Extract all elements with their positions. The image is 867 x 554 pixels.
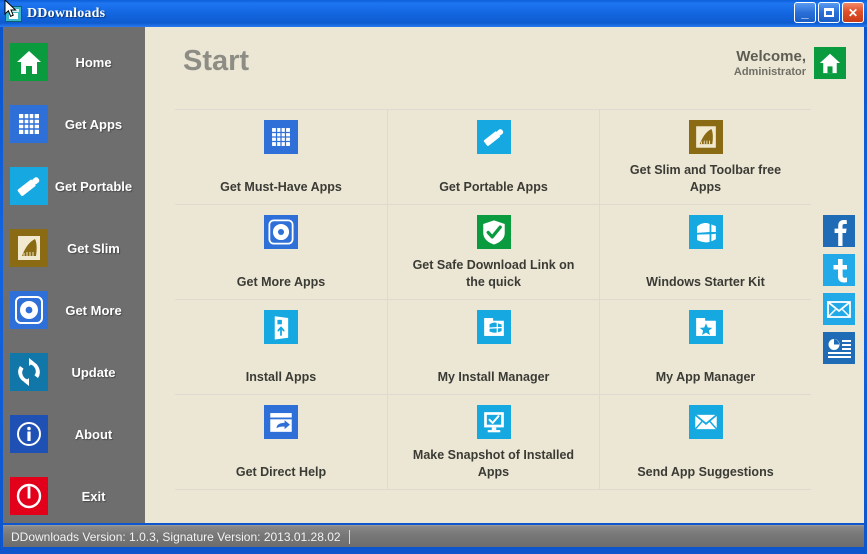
sidebar-item-get-more[interactable]: Get More bbox=[3, 279, 145, 341]
tile-label: Get Safe Download Link on the quick bbox=[412, 258, 575, 289]
status-text: DDownloads Version: 1.0.3, Signature Ver… bbox=[11, 529, 341, 544]
tile-make-snapshot-of-installed-apps[interactable]: Make Snapshot of Installed Apps bbox=[387, 395, 599, 489]
tile-my-app-manager[interactable]: My App Manager bbox=[599, 300, 811, 394]
tile-get-slim-and-toolbar-free-apps[interactable]: Get Slim and Toolbar free Apps bbox=[599, 110, 811, 204]
tile-label: Windows Starter Kit bbox=[646, 275, 765, 289]
application-window: DDownloads _ ✕ Home Get Apps Get Portabl… bbox=[0, 0, 867, 554]
tile-label: My Install Manager bbox=[437, 370, 550, 384]
sidebar-item-get-portable[interactable]: Get Portable bbox=[3, 155, 145, 217]
help-folder-icon bbox=[264, 405, 298, 439]
maximize-button[interactable] bbox=[818, 2, 840, 23]
welcome-text: Welcome, Administrator bbox=[734, 48, 806, 79]
power-icon bbox=[10, 477, 48, 515]
window-title: DDownloads bbox=[27, 5, 106, 21]
app-manager-star-icon bbox=[688, 310, 723, 344]
shield-check-icon bbox=[476, 215, 511, 249]
grid-apps-icon bbox=[264, 120, 298, 154]
newsfeed-icon[interactable] bbox=[823, 332, 855, 364]
app-window-icon bbox=[5, 5, 22, 22]
tile-row: Get Must-Have Apps Get Portable Apps Get… bbox=[175, 110, 811, 205]
tile-get-direct-help[interactable]: Get Direct Help bbox=[175, 395, 387, 489]
refresh-icon bbox=[10, 353, 48, 391]
tile-row: Install Apps My Install Manager My App M… bbox=[175, 300, 811, 395]
tile-get-portable-apps[interactable]: Get Portable Apps bbox=[387, 110, 599, 204]
facebook-icon[interactable] bbox=[823, 215, 855, 247]
tile-row: Get Direct Help Make Snapshot of Install… bbox=[175, 395, 811, 490]
disc-icon bbox=[264, 215, 298, 249]
home-icon bbox=[10, 43, 48, 81]
client-area: Home Get Apps Get Portable Get Slim Get … bbox=[3, 27, 864, 523]
tile-get-must-have-apps[interactable]: Get Must-Have Apps bbox=[175, 110, 387, 204]
tile-label: Make Snapshot of Installed Apps bbox=[412, 448, 575, 479]
usb-stick-icon bbox=[476, 120, 511, 154]
sidebar-item-home[interactable]: Home bbox=[3, 31, 145, 93]
sidebar-item-update[interactable]: Update bbox=[3, 341, 145, 403]
status-separator bbox=[348, 529, 350, 544]
tile-label: Send App Suggestions bbox=[637, 465, 774, 479]
title-bar: DDownloads _ ✕ bbox=[0, 0, 867, 27]
minimize-glyph: _ bbox=[801, 5, 809, 20]
tile-label: Get Must-Have Apps bbox=[220, 180, 342, 194]
minimize-button[interactable]: _ bbox=[794, 2, 816, 23]
grid-apps-icon bbox=[10, 105, 48, 143]
home-icon[interactable] bbox=[814, 47, 846, 79]
sidebar-item-label: Get More bbox=[65, 302, 122, 318]
tile-install-apps[interactable]: Install Apps bbox=[175, 300, 387, 394]
sidebar-item-label: Home bbox=[75, 54, 112, 70]
disc-icon bbox=[10, 291, 48, 329]
sidebar-item-label: About bbox=[74, 426, 113, 442]
tile-label: Get Slim and Toolbar free Apps bbox=[629, 163, 782, 194]
main-content: Start Welcome, Administrator Get Must-Ha… bbox=[145, 27, 864, 523]
usb-stick-icon bbox=[10, 167, 48, 205]
twitter-icon[interactable] bbox=[823, 254, 855, 286]
email-icon[interactable] bbox=[823, 293, 855, 325]
tiles-grid: Get Must-Have Apps Get Portable Apps Get… bbox=[175, 109, 811, 490]
slim-broom-icon bbox=[688, 120, 723, 154]
welcome-box: Welcome, Administrator bbox=[734, 47, 846, 79]
sidebar-item-about[interactable]: About bbox=[3, 403, 145, 465]
sidebar-item-label: Get Apps bbox=[64, 116, 123, 132]
sidebar-item-get-apps[interactable]: Get Apps bbox=[3, 93, 145, 155]
tile-send-app-suggestions[interactable]: Send App Suggestions bbox=[599, 395, 811, 489]
welcome-username: Administrator bbox=[733, 65, 806, 78]
install-manager-icon bbox=[476, 310, 511, 344]
info-icon bbox=[10, 415, 48, 453]
tile-row: Get More Apps Get Safe Download Link on … bbox=[175, 205, 811, 300]
install-door-icon bbox=[264, 310, 298, 344]
tile-windows-starter-kit[interactable]: Windows Starter Kit bbox=[599, 205, 811, 299]
maximize-glyph bbox=[819, 3, 839, 22]
tile-label: My App Manager bbox=[655, 370, 756, 384]
sidebar-item-label: Update bbox=[71, 364, 116, 380]
windows-flag-icon bbox=[688, 215, 723, 249]
tile-get-more-apps[interactable]: Get More Apps bbox=[175, 205, 387, 299]
tile-my-install-manager[interactable]: My Install Manager bbox=[387, 300, 599, 394]
tile-label: Install Apps bbox=[245, 370, 317, 384]
status-bar: DDownloads Version: 1.0.3, Signature Ver… bbox=[3, 525, 864, 547]
sidebar-item-exit[interactable]: Exit bbox=[3, 465, 145, 523]
tile-get-safe-download-link[interactable]: Get Safe Download Link on the quick bbox=[387, 205, 599, 299]
close-glyph: ✕ bbox=[847, 5, 859, 20]
slim-broom-icon bbox=[10, 229, 48, 267]
window-controls: _ ✕ bbox=[794, 2, 864, 23]
mail-icon bbox=[688, 405, 723, 439]
tile-label: Get Portable Apps bbox=[439, 180, 548, 194]
page-header: Start Welcome, Administrator bbox=[145, 27, 864, 109]
close-button[interactable]: ✕ bbox=[842, 2, 864, 23]
sidebar-item-label: Exit bbox=[81, 488, 106, 504]
welcome-greeting: Welcome, bbox=[736, 47, 806, 65]
social-links bbox=[823, 215, 855, 364]
sidebar-item-label: Get Slim bbox=[67, 240, 120, 256]
sidebar: Home Get Apps Get Portable Get Slim Get … bbox=[3, 27, 145, 523]
tile-label: Get Direct Help bbox=[235, 465, 327, 479]
sidebar-item-get-slim[interactable]: Get Slim bbox=[3, 217, 145, 279]
tile-label: Get More Apps bbox=[236, 275, 326, 289]
monitor-check-icon bbox=[476, 405, 511, 439]
page-title: Start bbox=[183, 45, 250, 77]
sidebar-item-label: Get Portable bbox=[54, 178, 133, 194]
